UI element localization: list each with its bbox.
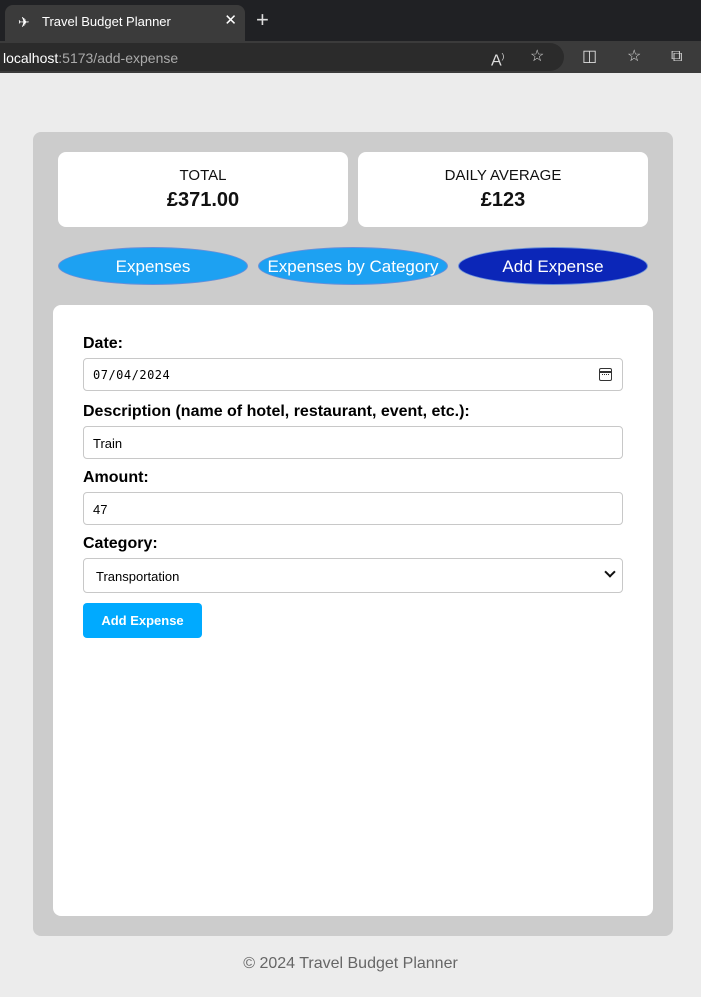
expenses-by-category-tab-button[interactable]: Expenses by Category [258, 247, 448, 285]
footer-copyright: © 2024 Travel Budget Planner [243, 955, 458, 972]
split-screen-icon[interactable]: ◫ [582, 47, 597, 67]
amount-value: 47 [93, 502, 108, 517]
description-value: Train [93, 436, 123, 451]
add-expense-form: Date: 07/04/2024 Description (name of ho… [53, 305, 653, 916]
address-bar: localhost:5173/add-expense A) ☆ ◫ ☆ ⧉ [0, 41, 701, 73]
url-text: localhost:5173/add-expense [3, 50, 178, 66]
tab-title: Travel Budget Planner [42, 14, 171, 29]
date-label: Date: [83, 335, 124, 352]
daily-average-stat-card: DAILY AVERAGE £123 [358, 152, 648, 227]
category-select[interactable]: Transportation [83, 558, 623, 593]
date-input[interactable]: 07/04/2024 [83, 358, 623, 391]
total-label: TOTAL [179, 167, 227, 184]
read-aloud-icon[interactable]: A) [491, 47, 504, 71]
add-expense-submit-button[interactable]: Add Expense [83, 603, 202, 638]
category-value: Transportation [96, 569, 180, 584]
url-field[interactable]: localhost:5173/add-expense [0, 43, 564, 71]
airplane-icon: ✈ [18, 14, 30, 30]
collections-icon[interactable]: ⧉ [671, 47, 682, 67]
amount-label: Amount: [83, 469, 149, 486]
calendar-icon[interactable] [599, 368, 612, 381]
daily-average-label: DAILY AVERAGE [444, 167, 562, 184]
description-label: Description (name of hotel, restaurant, … [83, 403, 470, 420]
description-input[interactable]: Train [83, 426, 623, 459]
total-value: £371.00 [166, 189, 240, 211]
close-icon[interactable]: ✕ [224, 13, 237, 29]
category-label: Category: [83, 535, 158, 552]
add-expense-tab-button[interactable]: Add Expense [458, 247, 648, 285]
favorites-list-icon[interactable]: ☆ [627, 47, 641, 67]
daily-average-value: £123 [480, 189, 526, 211]
expenses-tab-button[interactable]: Expenses [58, 247, 248, 285]
url-path: :5173/add-expense [58, 50, 179, 66]
new-tab-icon[interactable]: + [256, 9, 269, 31]
favorite-star-icon[interactable]: ☆ [530, 47, 544, 67]
amount-input[interactable]: 47 [83, 492, 623, 525]
date-value: 07/04/2024 [93, 368, 171, 382]
browser-tab[interactable]: ✈ Travel Budget Planner ✕ [5, 5, 245, 41]
main-card: TOTAL £371.00 DAILY AVERAGE £123 Expense… [33, 132, 673, 936]
url-host: localhost [3, 50, 59, 66]
browser-tab-bar: ✈ Travel Budget Planner ✕ + [0, 0, 701, 41]
total-stat-card: TOTAL £371.00 [58, 152, 348, 227]
chevron-down-icon [604, 566, 616, 578]
